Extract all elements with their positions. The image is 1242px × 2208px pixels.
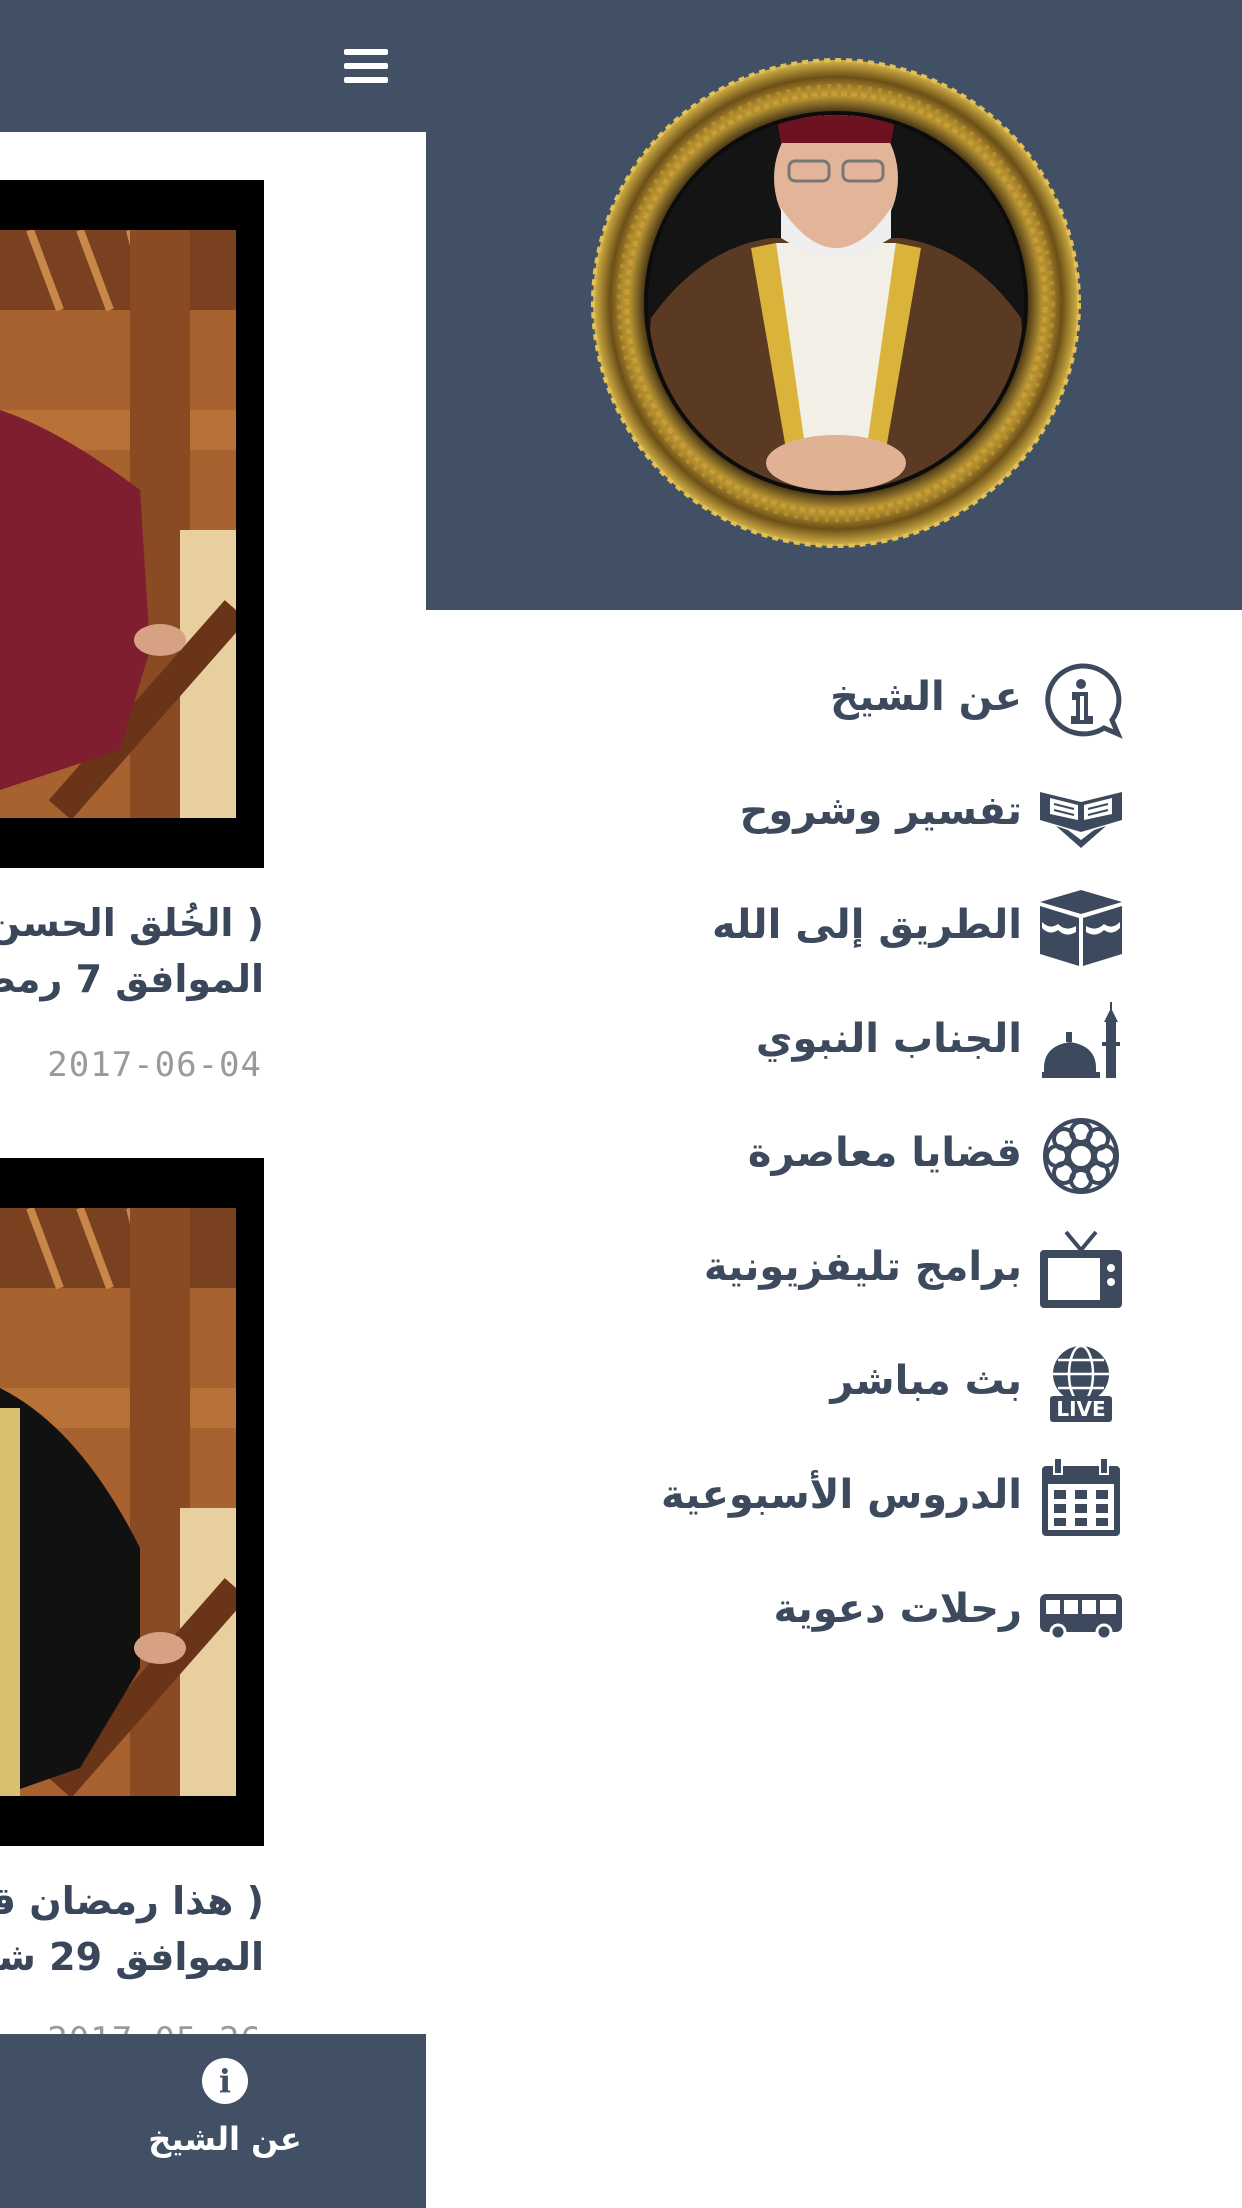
hamburger-menu-icon [344,49,388,83]
drawer-item-about[interactable]: عن الشيخ [426,640,1242,754]
drawer-item-label: بث مباشر [830,1358,1022,1404]
main-content: ( الخُلق الحسن الموافق 7 رمضان 2017-06-0… [0,0,426,2208]
islamic-star-pattern-icon [1036,1116,1126,1196]
post-title-line: ( هذا رمضان قد [0,1879,264,1923]
drawer-header [426,0,1242,610]
post-photo [0,1208,236,1796]
drawer-item-label: عن الشيخ [830,674,1022,720]
drawer-item-prophet[interactable]: الجناب النبوي [426,982,1242,1096]
television-icon [1036,1230,1126,1310]
drawer-item-label: الدروس الأسبوعية [661,1472,1022,1518]
post-title-line: الموافق 7 رمضان [0,957,264,1001]
navigation-drawer: عن الشيخ تفسير وشروح الطريق إلى الله الج… [426,0,1242,2208]
bus-icon [1036,1572,1126,1652]
post-thumbnail[interactable] [0,1158,264,1846]
drawer-item-path-to-allah[interactable]: الطريق إلى الله [426,868,1242,982]
avatar [591,58,1081,548]
kaaba-icon [1036,888,1126,968]
drawer-item-dawah-trips[interactable]: رحلات دعوية [426,1552,1242,1666]
drawer-item-label: رحلات دعوية [773,1586,1022,1632]
bottom-nav: i عن الشيخ [0,2034,426,2208]
post-photo [0,230,236,818]
drawer-item-weekly-lessons[interactable]: الدروس الأسبوعية [426,1438,1242,1552]
post-title[interactable]: ( هذا رمضان قد الموافق 29 شعبان [0,1873,264,1985]
post-title[interactable]: ( الخُلق الحسن الموافق 7 رمضان [0,895,264,1007]
post-title-line: ( الخُلق الحسن [0,901,264,945]
post-thumbnail[interactable] [0,180,264,868]
post-date: 2017-06-04 [47,1045,262,1085]
drawer-item-label: الطريق إلى الله [711,902,1022,948]
info-icon: i [202,2058,248,2104]
bottom-tab-label: عن الشيخ [148,2120,302,2158]
hamburger-menu-button[interactable] [320,20,412,112]
drawer-item-tafsir[interactable]: تفسير وشروح [426,754,1242,868]
calendar-icon [1036,1457,1126,1538]
drawer-item-label: برامج تليفزيونية [703,1244,1022,1290]
svg-text:LIVE: LIVE [1056,1397,1105,1421]
open-quran-icon [1036,774,1126,854]
info-bubble-icon [1036,660,1126,740]
top-bar [0,0,426,132]
post-title-line: الموافق 29 شعبان [0,1935,264,1979]
drawer-item-live-stream[interactable]: LIVE بث مباشر [426,1324,1242,1438]
drawer-item-label: تفسير وشروح [739,788,1022,834]
live-globe-icon: LIVE [1036,1344,1126,1424]
drawer-item-label: قضايا معاصرة [747,1130,1022,1176]
drawer-item-label: الجناب النبوي [755,1016,1022,1062]
mosque-dome-icon [1036,1002,1126,1082]
bottom-tab-about[interactable]: i عن الشيخ [120,2058,330,2188]
drawer-menu: عن الشيخ تفسير وشروح الطريق إلى الله الج… [426,640,1242,1666]
drawer-item-tv-programs[interactable]: برامج تليفزيونية [426,1210,1242,1324]
drawer-item-contemporary-issues[interactable]: قضايا معاصرة [426,1096,1242,1210]
